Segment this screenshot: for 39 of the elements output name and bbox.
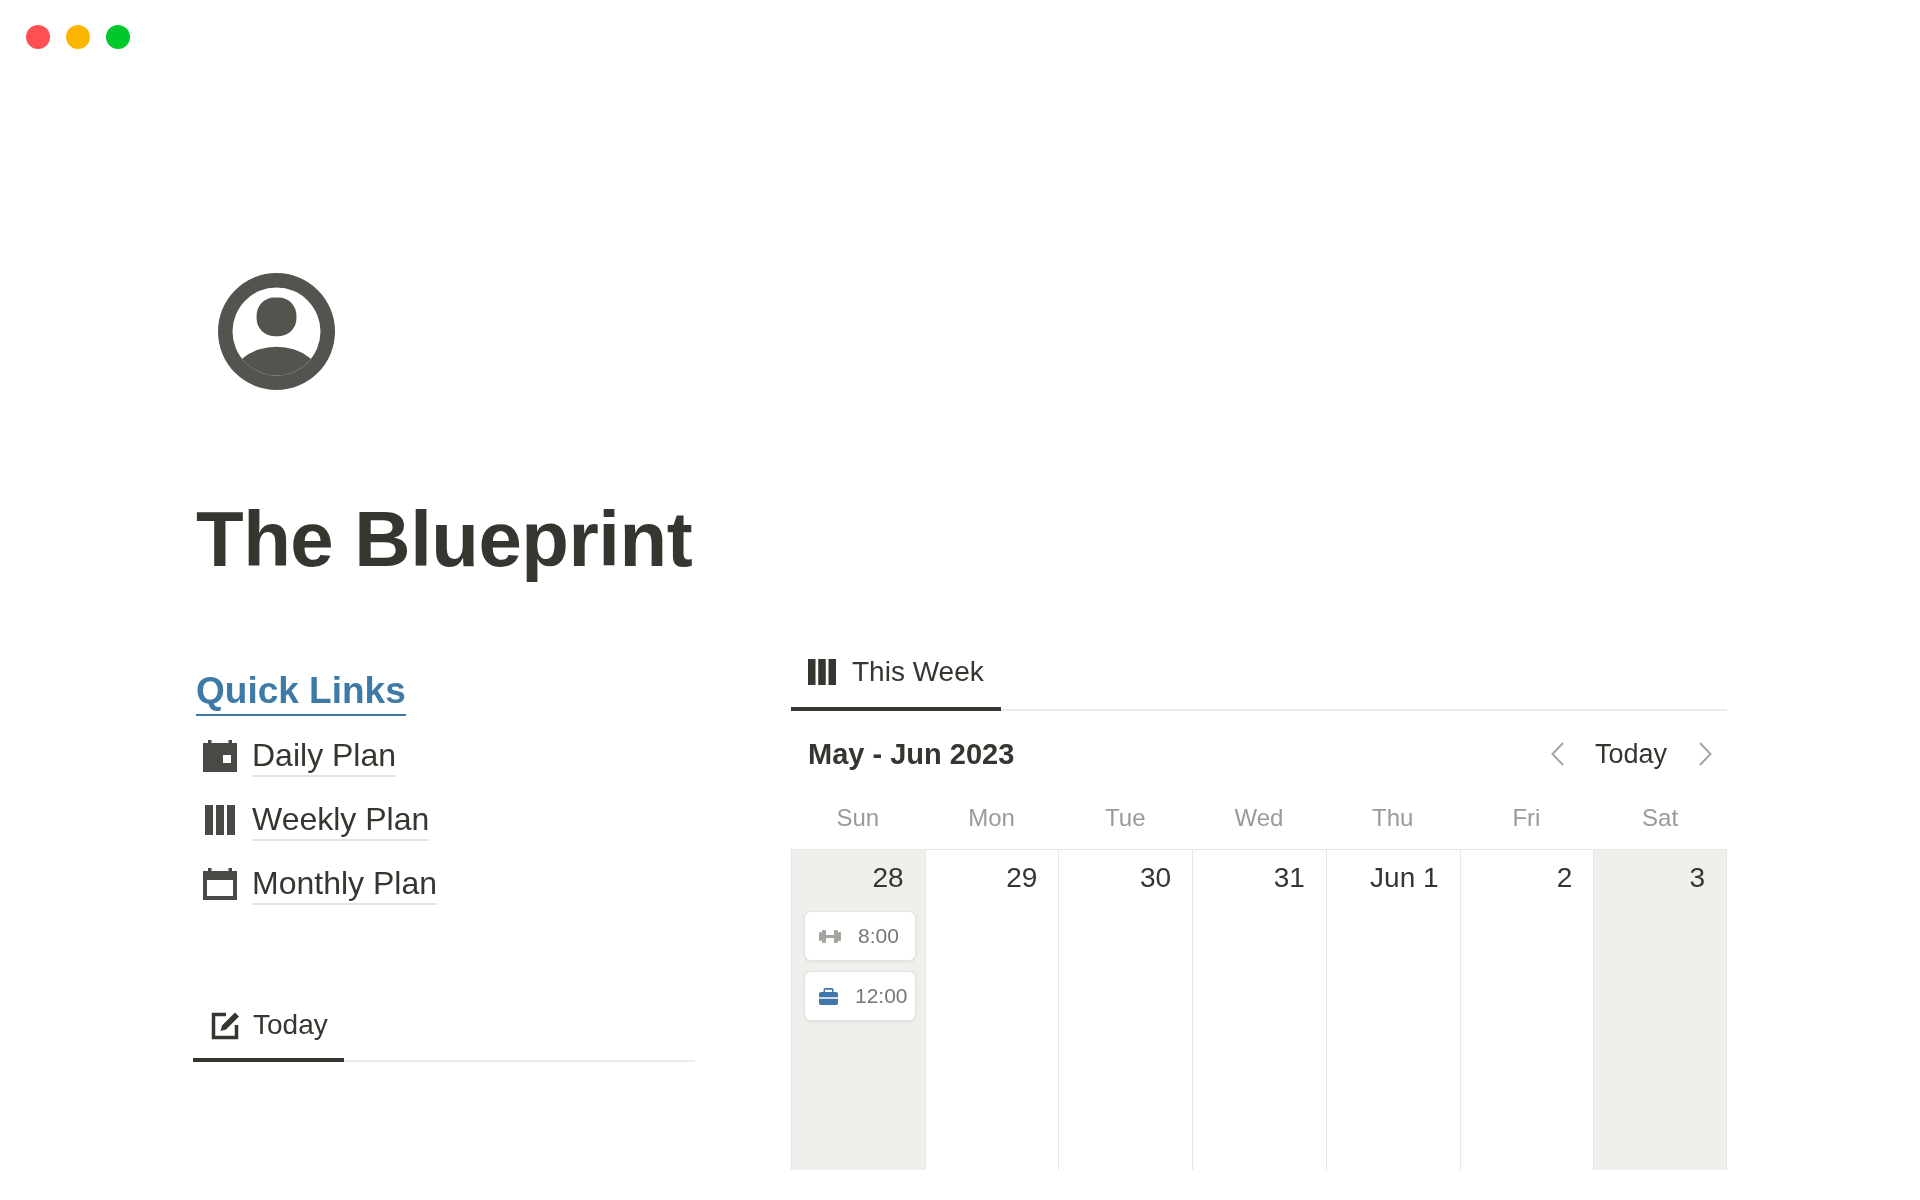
window-minimize-button[interactable] [66,25,90,49]
next-week-button[interactable] [1699,742,1712,766]
window-zoom-button[interactable] [106,25,130,49]
day-number: 3 [1689,861,1705,895]
chevron-left-icon [1550,742,1564,766]
page-link[interactable]: Monthly Plan [196,863,437,905]
day-number: 28 [872,861,904,895]
event-card[interactable]: 12:00 [804,971,916,1021]
date-range-title: May - Jun 2023 [808,737,1015,771]
window-close-button[interactable] [26,25,50,49]
weekday-label: Mon [968,803,1015,833]
event-time: 12:00 [855,983,908,1009]
calendar-icon [203,868,237,900]
weekday-label: Sun [836,803,880,833]
page-link[interactable]: Weekly Plan [196,799,430,841]
tab[interactable]: This Week [791,650,1001,711]
today-button[interactable]: Today [1594,737,1667,771]
page-link[interactable]: Daily Plan [196,735,397,777]
day-number: Jun 1 [1370,861,1439,895]
tab[interactable]: Today [193,1003,344,1062]
event-time: 8:00 [858,923,899,949]
day-number: 30 [1140,861,1172,895]
columns-icon [808,659,836,685]
day-number: 29 [1006,861,1038,895]
weekday-label: Tue [1105,803,1146,833]
previous-week-button[interactable] [1550,742,1564,766]
weekday-label: Thu [1372,803,1414,833]
weekday-label: Wed [1234,803,1284,833]
day-number: 2 [1556,861,1573,895]
weekday-label: Fri [1512,803,1541,833]
chevron-right-icon [1699,742,1712,766]
event-card[interactable]: 8:00 [804,911,916,961]
page-title: The Blueprint [196,494,693,585]
columns-icon [205,805,235,835]
edit-icon [211,1010,241,1040]
day-number: 31 [1273,861,1305,895]
quick-links-heading[interactable]: Quick Links [196,668,406,716]
calendar-day-icon [203,740,237,772]
weekday-label: Sat [1642,803,1679,833]
